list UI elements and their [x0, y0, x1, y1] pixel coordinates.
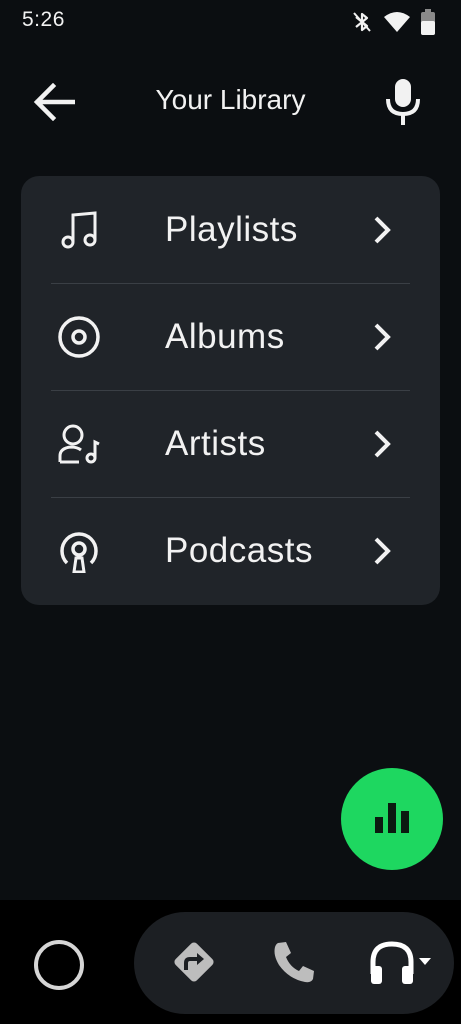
media-button[interactable] — [366, 936, 436, 992]
chevron-right-icon — [368, 428, 396, 460]
library-item-label: Podcasts — [165, 530, 313, 570]
status-bar: 5:26 — [0, 0, 461, 44]
bluetooth-icon — [351, 10, 373, 34]
library-list: Playlists Albums Artists Podcasts — [21, 176, 440, 605]
wifi-icon — [383, 11, 411, 33]
podcast-icon — [57, 529, 101, 573]
battery-icon — [421, 9, 435, 35]
library-item-label: Playlists — [165, 209, 298, 249]
artist-icon — [57, 422, 101, 466]
library-item-albums[interactable]: Albums — [21, 283, 440, 390]
library-item-playlists[interactable]: Playlists — [21, 176, 440, 283]
library-item-label: Artists — [165, 423, 266, 463]
now-playing-button[interactable] — [341, 768, 443, 870]
equalizer-bars-icon — [372, 801, 412, 838]
phone-button[interactable] — [266, 936, 322, 992]
album-disc-icon — [57, 315, 101, 359]
microphone-icon — [385, 78, 421, 130]
headphones-icon — [367, 938, 435, 991]
navigation-button[interactable] — [166, 936, 222, 992]
music-note-icon — [57, 208, 101, 252]
library-item-label: Albums — [165, 316, 285, 356]
app-switcher-pill — [134, 912, 454, 1014]
chevron-right-icon — [368, 535, 396, 567]
library-item-artists[interactable]: Artists — [21, 390, 440, 497]
bottom-nav-bar — [0, 900, 461, 1024]
chevron-right-icon — [368, 321, 396, 353]
home-circle-icon[interactable] — [34, 940, 84, 990]
navigation-directions-icon — [169, 937, 219, 992]
library-item-podcasts[interactable]: Podcasts — [21, 497, 440, 604]
chevron-right-icon — [368, 214, 396, 246]
phone-icon — [271, 939, 317, 990]
header: Your Library — [0, 62, 461, 146]
voice-search-button[interactable] — [375, 74, 431, 134]
status-time: 5:26 — [22, 8, 65, 31]
status-icons — [351, 8, 435, 36]
